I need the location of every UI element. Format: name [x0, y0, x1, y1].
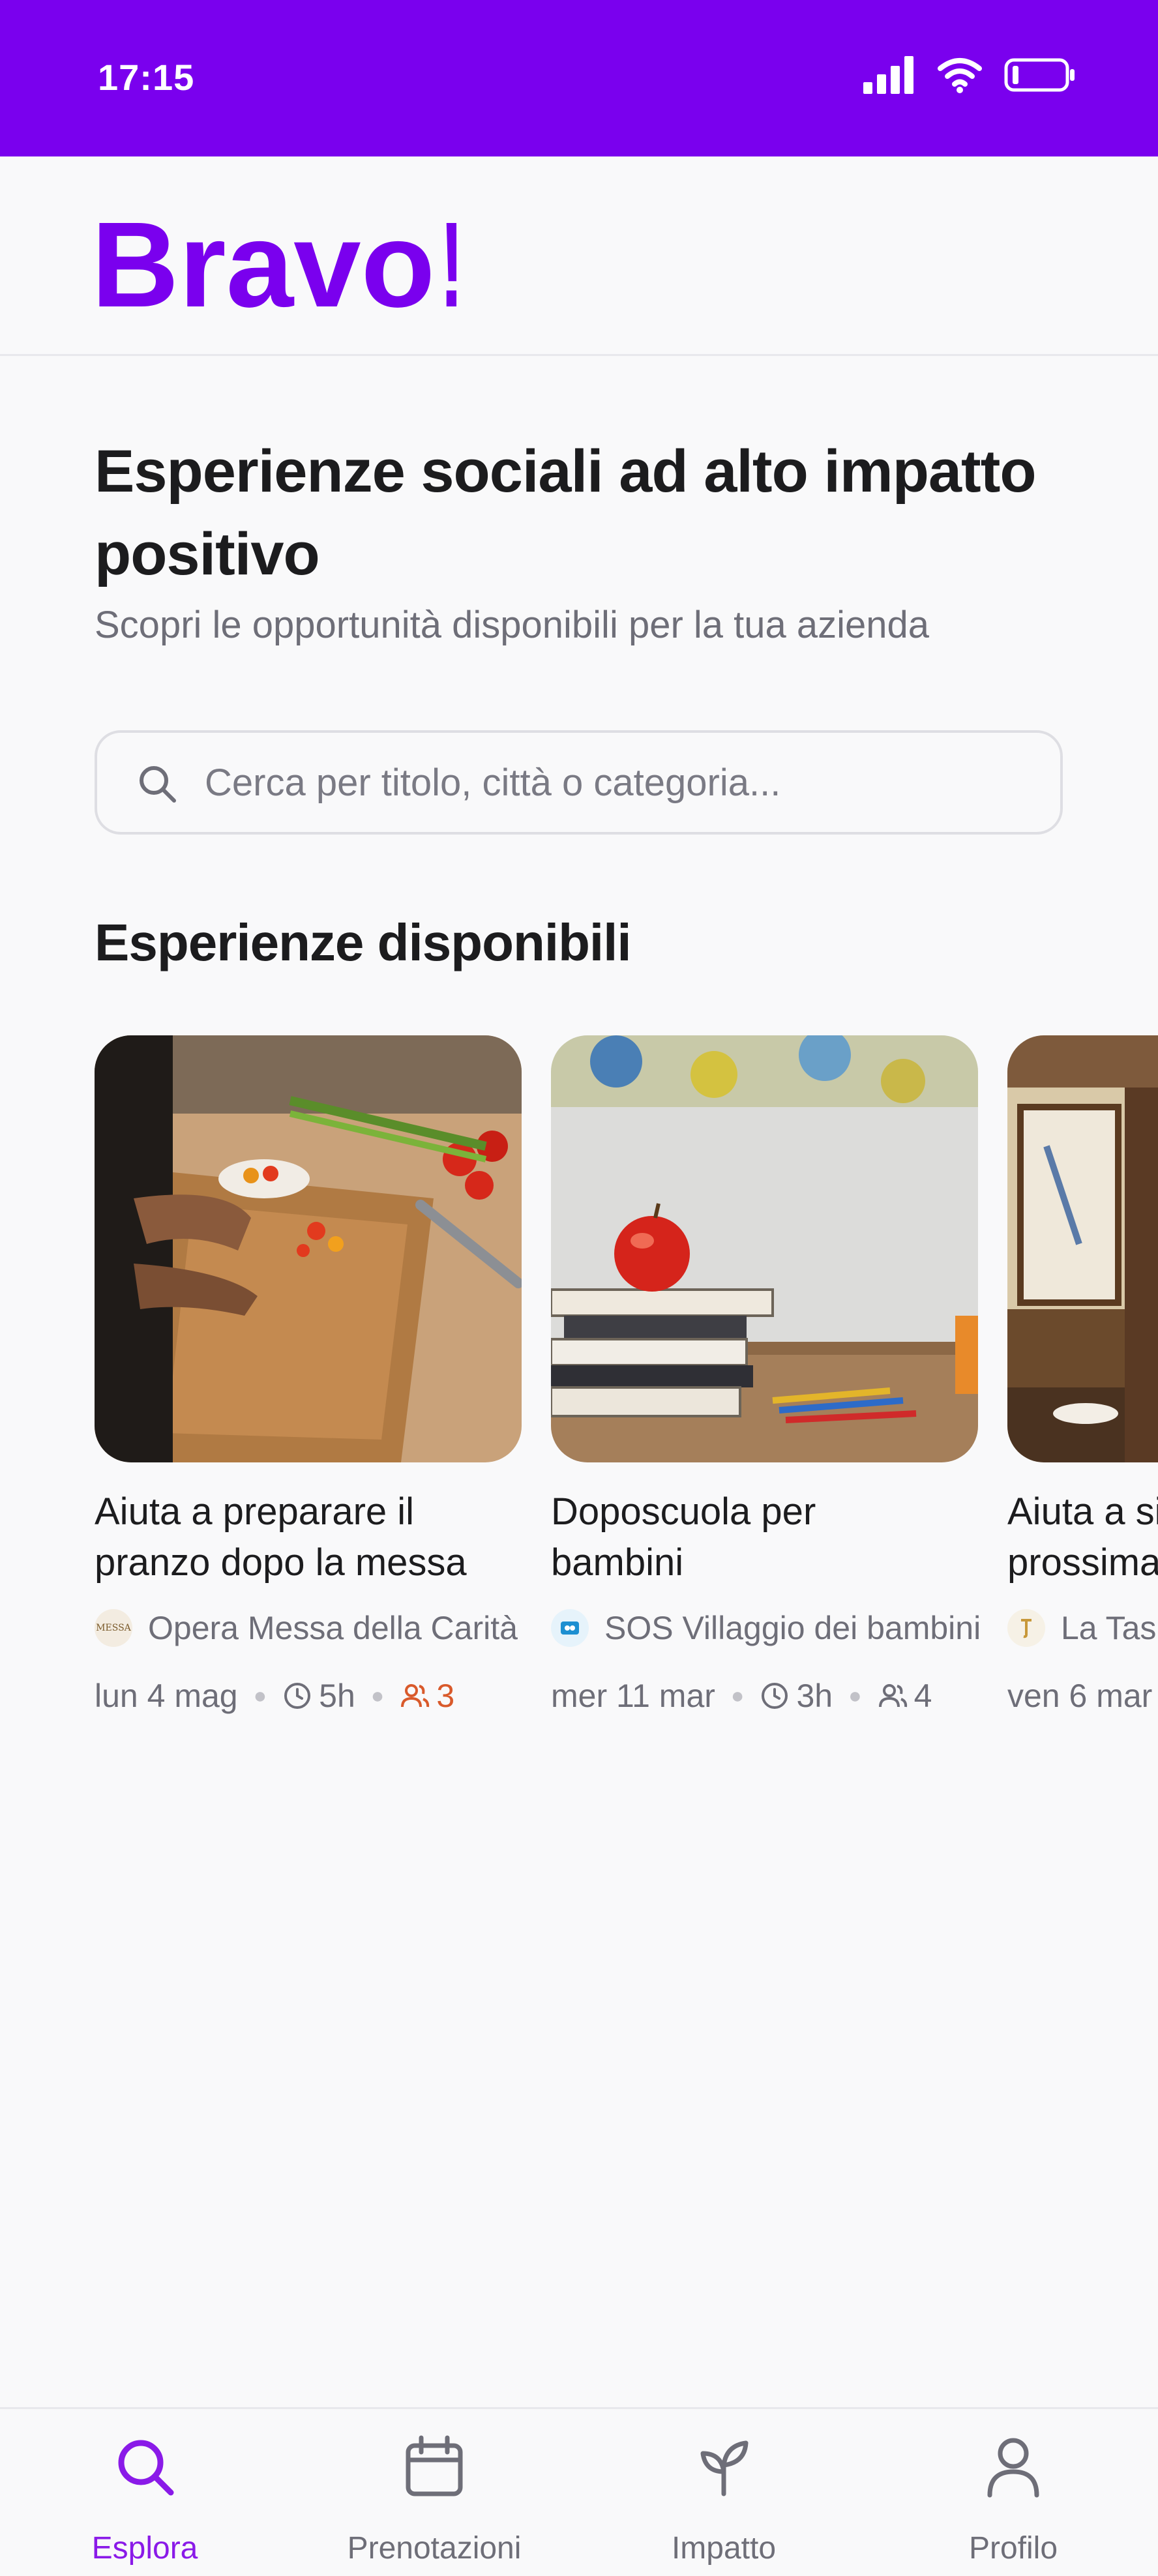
- separator-dot: ●: [370, 1683, 385, 1708]
- duration-value: 3h: [796, 1678, 833, 1714]
- people-icon: [878, 1684, 907, 1708]
- page-title: Esperienze sociali ad alto impatto posit…: [95, 438, 1037, 587]
- sprout-icon: [700, 2440, 749, 2496]
- duration-value: 5h: [319, 1678, 355, 1714]
- search-bar[interactable]: [95, 730, 1063, 835]
- app-header: Bravo!: [0, 156, 1158, 356]
- experience-title[interactable]: Doposcuola per bambini: [551, 1487, 1020, 1588]
- experience-organization: MESSA Opera Messa della Carità: [95, 1606, 518, 1650]
- experience-image[interactable]: [1007, 1035, 1158, 1462]
- experience-date: ven 6 mar: [1007, 1678, 1153, 1714]
- organization-logo: [551, 1609, 589, 1647]
- experience-meta: ven 6 mar: [1007, 1674, 1152, 1717]
- organization-name: Opera Messa della Carità: [148, 1610, 518, 1646]
- experience-seats: 4: [878, 1677, 932, 1715]
- calendar-icon: [406, 2435, 463, 2496]
- experience-title[interactable]: Aiuta a si prossima: [1007, 1487, 1158, 1588]
- seats-value: 4: [913, 1678, 932, 1714]
- clock-icon: [284, 1683, 311, 1709]
- experience-organization: La Task: [1007, 1606, 1158, 1650]
- separator-dot: ●: [848, 1683, 862, 1708]
- experience-carousel[interactable]: Aiuta a preparare il pranzo dopo la mess…: [0, 1035, 1158, 1753]
- clock-icon: [762, 1683, 788, 1709]
- search-input[interactable]: [205, 733, 1020, 832]
- search-icon: [118, 2440, 174, 2496]
- status-time: 17:15: [98, 57, 195, 98]
- experience-meta: mer 11 mar ● 3h ● 4: [551, 1674, 932, 1717]
- tab-label: Impatto: [671, 2531, 777, 2566]
- people-icon: [401, 1684, 430, 1708]
- user-icon: [987, 2438, 1039, 2498]
- experience-date: mer 11 mar: [551, 1678, 715, 1714]
- organization-name: La Task: [1061, 1610, 1158, 1646]
- experience-image[interactable]: [95, 1035, 522, 1462]
- signal-icon: [863, 56, 913, 94]
- search-icon: [140, 766, 176, 803]
- experience-duration: 3h: [760, 1677, 833, 1715]
- svg-text:Bravo!: Bravo!: [91, 209, 456, 319]
- bottom-tab-bar: Esplora Prenotazioni Impatto Profilo: [0, 2407, 1158, 2574]
- organization-logo: [1007, 1609, 1045, 1647]
- seats-value: 3: [436, 1678, 455, 1714]
- experience-title[interactable]: Aiuta a preparare il pranzo dopo la mess…: [95, 1487, 564, 1588]
- section-title: Esperienze disponibili: [95, 913, 632, 971]
- tab-impatto[interactable]: Impatto: [579, 2409, 868, 2576]
- experience-organization: SOS Villaggio dei bambini: [551, 1606, 981, 1650]
- experience-seats: 3: [400, 1677, 454, 1715]
- bravo-logo: Bravo!: [91, 209, 456, 319]
- experience-meta: lun 4 mag ● 5h ● 3: [95, 1674, 454, 1717]
- tab-prenotazioni[interactable]: Prenotazioni: [290, 2409, 579, 2576]
- tab-label: Prenotazioni: [347, 2531, 522, 2566]
- status-bar: 17:15: [0, 0, 1158, 156]
- experience-date: lun 4 mag: [95, 1678, 238, 1714]
- experience-image[interactable]: [551, 1035, 978, 1462]
- tab-label: Profilo: [968, 2531, 1058, 2566]
- tab-esplora[interactable]: Esplora: [0, 2409, 290, 2576]
- organization-name: SOS Villaggio dei bambini: [604, 1610, 981, 1646]
- separator-dot: ●: [253, 1683, 267, 1708]
- battery-icon: [1004, 58, 1075, 92]
- experience-duration: 5h: [282, 1677, 355, 1715]
- organization-logo: MESSA: [95, 1609, 132, 1647]
- page-subtitle: Scopri le opportunità disponibili per la…: [95, 604, 930, 646]
- status-icons: [863, 52, 1076, 98]
- wifi-icon: [938, 58, 982, 93]
- tab-label: Esplora: [91, 2531, 198, 2566]
- tab-profilo[interactable]: Profilo: [868, 2409, 1158, 2576]
- separator-dot: ●: [730, 1683, 745, 1708]
